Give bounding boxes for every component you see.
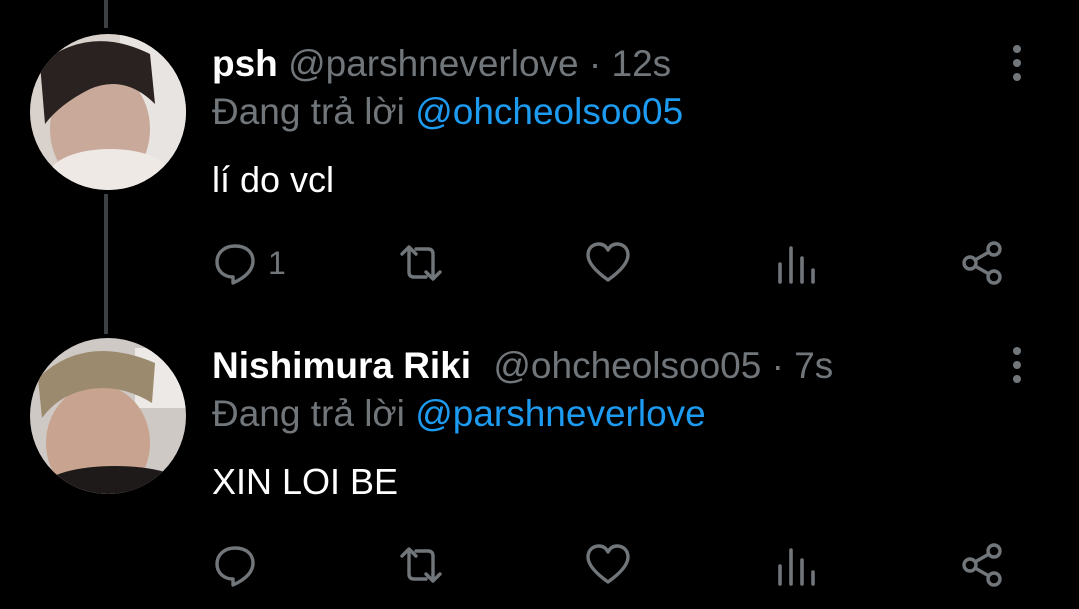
reply-button[interactable]: 1: [212, 238, 286, 288]
replying-to-mention[interactable]: @parshneverlove: [415, 393, 706, 434]
display-name[interactable]: psh: [212, 43, 278, 84]
analytics-icon: [778, 548, 815, 586]
analytics-icon: [778, 246, 815, 284]
like-icon: [586, 544, 630, 584]
tweet-psh[interactable]: psh @parshneverlove · 12s Đang trả lời @…: [0, 34, 1079, 298]
share-icon: [962, 543, 1002, 587]
replying-to-line: Đang trả lời @ohcheolsoo05: [212, 90, 683, 134]
replying-prefix: Đang trả lời: [212, 91, 405, 132]
reply-count: 1: [268, 244, 286, 281]
user-handle[interactable]: @parshneverlove: [288, 43, 579, 84]
share-button[interactable]: [960, 540, 1006, 590]
display-name[interactable]: Nishimura Riki: [212, 345, 471, 386]
reply-icon: [215, 546, 255, 587]
separator-dot: ·: [771, 345, 784, 386]
tweet-header: Nishimura Riki @ohcheolsoo05 · 7s: [212, 344, 833, 388]
like-icon: [586, 242, 630, 282]
retweet-icon: [400, 245, 442, 281]
retweet-icon: [400, 547, 442, 583]
reply-button[interactable]: [212, 540, 268, 590]
thread-line-top: [104, 0, 108, 28]
timestamp[interactable]: 12s: [612, 43, 672, 84]
separator-dot: ·: [588, 43, 602, 84]
replying-prefix: Đang trả lời: [212, 393, 405, 434]
analytics-button[interactable]: [773, 238, 819, 288]
tweet-actions: 1: [0, 238, 1079, 288]
tweet-nishimura-riki[interactable]: Nishimura Riki @ohcheolsoo05 · 7s Đang t…: [0, 338, 1079, 600]
retweet-button[interactable]: [398, 540, 444, 590]
tweet-actions: [0, 540, 1079, 590]
tweet-text: lí do vcl: [212, 159, 335, 200]
timestamp[interactable]: 7s: [794, 345, 833, 386]
tweet-header: psh @parshneverlove · 12s: [212, 42, 671, 86]
share-icon: [962, 241, 1002, 285]
replying-to-line: Đang trả lời @parshneverlove: [212, 392, 706, 436]
more-vertical-icon[interactable]: [1005, 42, 1029, 86]
reply-icon: [215, 244, 255, 285]
replying-to-mention[interactable]: @ohcheolsoo05: [415, 91, 683, 132]
share-button[interactable]: [960, 238, 1006, 288]
tweet-text: XIN LOI BE: [212, 461, 399, 502]
user-handle[interactable]: @ohcheolsoo05: [493, 345, 761, 386]
like-button[interactable]: [585, 238, 631, 288]
avatar[interactable]: [30, 34, 186, 190]
avatar[interactable]: [30, 338, 186, 494]
retweet-button[interactable]: [398, 238, 444, 288]
like-button[interactable]: [585, 540, 631, 590]
analytics-button[interactable]: [773, 540, 819, 590]
more-vertical-icon[interactable]: [1005, 344, 1029, 388]
